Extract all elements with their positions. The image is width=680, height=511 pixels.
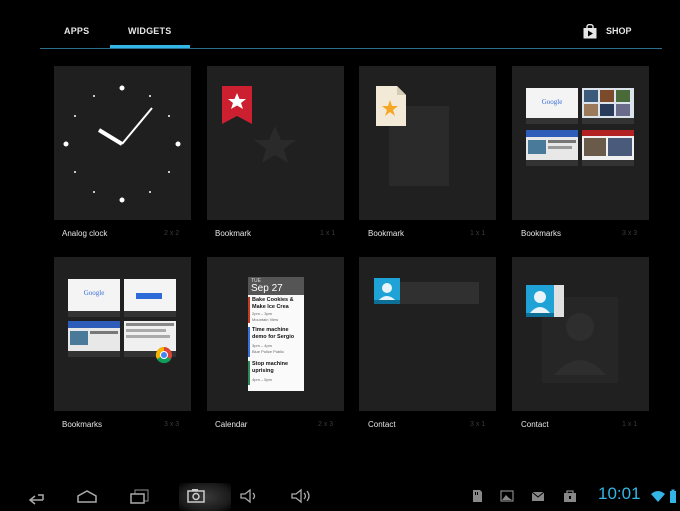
widgets-tab-bar: APPS WIDGETS SHOP <box>0 0 680 52</box>
system-navigation-bar <box>0 482 680 511</box>
wifi-icon <box>651 491 665 502</box>
widget-dims: 2 x 3 <box>318 421 334 428</box>
widget-label: Bookmark <box>215 229 252 238</box>
widget-dims: 1 x 1 <box>320 230 336 237</box>
google-logo-text: Google <box>84 289 105 297</box>
mail-notification-icon <box>531 491 545 501</box>
volume-up-icon[interactable] <box>290 487 312 505</box>
play-store-bag-icon <box>583 23 597 38</box>
tab-widgets[interactable]: WIDGETS <box>128 26 171 36</box>
widget-bookmarks[interactable]: Google <box>512 66 649 220</box>
event-time: 3pm – 4pm <box>252 343 273 348</box>
google-logo-text: Google <box>542 98 563 106</box>
event-title: Time machine demo for Sergio <box>252 327 295 340</box>
volume-down-icon[interactable] <box>238 487 260 505</box>
widget-dims: 2 x 2 <box>164 230 180 237</box>
widget-label: Contact <box>521 420 549 429</box>
widget-dims: 3 x 3 <box>164 421 180 428</box>
widget-dims: 3 x 1 <box>470 421 486 428</box>
calendar-date: Sep 27 <box>251 283 283 294</box>
home-icon[interactable] <box>76 487 98 505</box>
contact-large-icon <box>526 285 618 383</box>
store-notification-icon <box>564 490 576 502</box>
widget-contact[interactable] <box>359 257 496 411</box>
widget-label: Contact <box>368 420 396 429</box>
widget-label: Bookmarks <box>521 229 562 238</box>
contact-preview <box>512 257 649 411</box>
widget-label: Calendar <box>215 420 248 429</box>
analog-clock-icon <box>63 85 181 203</box>
widget-bookmark[interactable] <box>207 66 344 220</box>
widget-contact[interactable] <box>512 257 649 411</box>
event-place: Mountain View <box>252 317 279 322</box>
widget-dims: 1 x 1 <box>622 421 638 428</box>
event-time: 4pm – 5pm <box>252 377 273 382</box>
calendar-preview: TUE Sep 27 Bake Cookies & Make Ice Crea … <box>207 257 344 411</box>
screenshot-icon[interactable] <box>185 487 207 505</box>
widget-bookmark[interactable] <box>359 66 496 220</box>
sd-card-icon <box>473 490 482 502</box>
contact-preview <box>359 257 496 411</box>
picture-notification-icon <box>500 490 514 502</box>
widget-analog-clock[interactable] <box>54 66 191 220</box>
event-title: Bake Cookies & Make Ice Crea <box>252 297 294 310</box>
event-place: Blue Police Public <box>252 349 285 354</box>
widget-label: Analog clock <box>62 229 108 238</box>
battery-icon <box>670 489 676 503</box>
contact-icon <box>374 278 479 304</box>
bookmarks-preview: Google <box>54 257 191 411</box>
widget-calendar[interactable]: TUE Sep 27 Bake Cookies & Make Ice Crea … <box>207 257 344 411</box>
shop-button[interactable]: SHOP <box>583 22 632 40</box>
widget-label: Bookmark <box>368 229 405 238</box>
calendar-event-list: Bake Cookies & Make Ice Crea 2pm – 3pm M… <box>248 295 304 391</box>
analog-clock-preview <box>54 66 191 220</box>
recent-apps-icon[interactable] <box>129 487 151 505</box>
bookmark-file-icon <box>376 86 449 186</box>
event-time: 2pm – 3pm <box>252 311 273 316</box>
tab-apps[interactable]: APPS <box>64 26 89 36</box>
shop-label: SHOP <box>606 26 632 36</box>
bookmark-icon <box>222 86 296 163</box>
bookmarks-thumbnails: Google <box>68 279 176 364</box>
widget-dims: 1 x 1 <box>470 230 486 237</box>
bookmarks-thumbnails: Google <box>526 88 634 166</box>
widget-bookmarks[interactable]: Google <box>54 257 191 411</box>
bookmark-preview <box>359 66 496 220</box>
status-clock: 10:01 <box>598 484 641 503</box>
event-title: Stop machine uprising <box>252 361 289 374</box>
widget-dims: 3 x 3 <box>622 230 638 237</box>
bookmarks-preview: Google <box>512 66 649 220</box>
back-icon[interactable] <box>26 487 48 505</box>
bookmark-preview <box>207 66 344 220</box>
widget-label: Bookmarks <box>62 420 103 429</box>
tab-divider <box>40 48 662 49</box>
